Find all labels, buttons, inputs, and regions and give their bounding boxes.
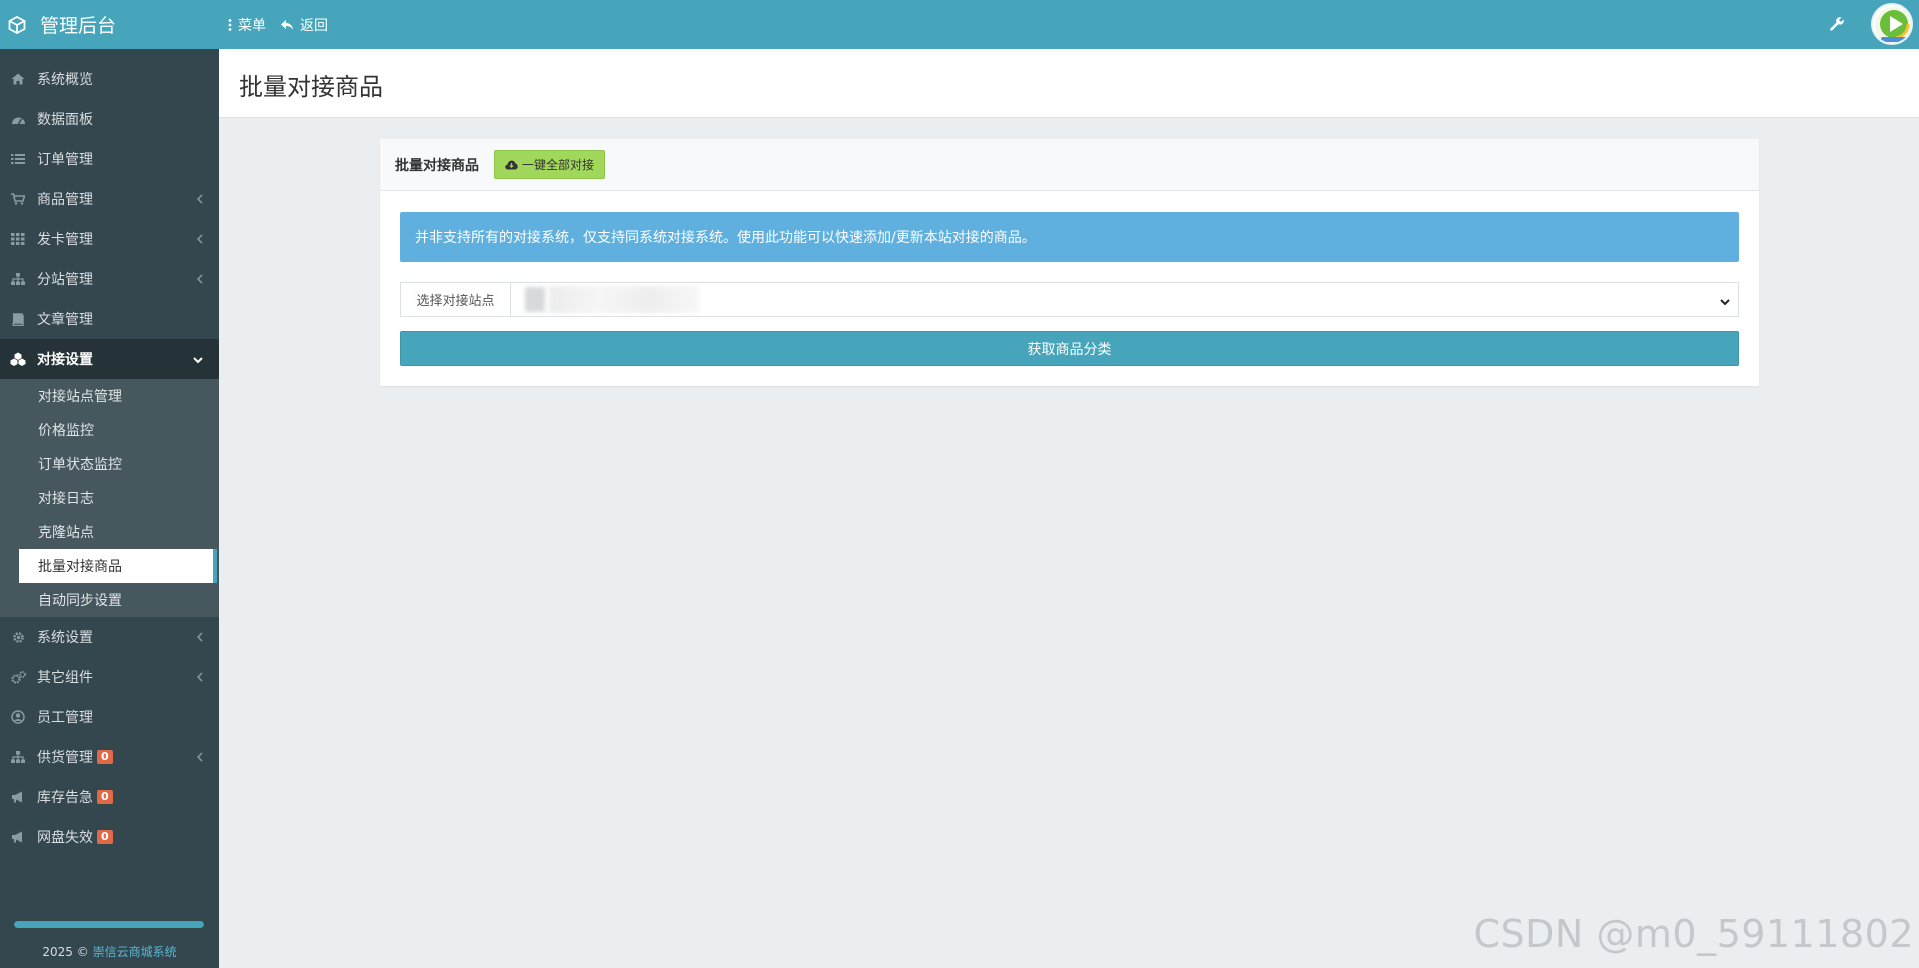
chevron-left-icon bbox=[196, 272, 203, 288]
sidebar: 系统概览 数据面板 订单管理 商品管理 发卡管理 分站管理 文章管理 对接设置 … bbox=[0, 49, 219, 968]
top-nav: 菜单 返回 bbox=[228, 0, 342, 49]
sidebar-item-label: 系统概览 bbox=[37, 72, 93, 88]
sitemap-icon bbox=[10, 271, 26, 287]
cart-icon bbox=[10, 191, 26, 207]
panel-title: 批量对接商品 bbox=[395, 157, 479, 174]
submenu-item-clone-site[interactable]: 克隆站点 bbox=[19, 515, 219, 549]
submenu-item-site-management[interactable]: 对接站点管理 bbox=[19, 379, 219, 413]
home-icon bbox=[10, 71, 26, 87]
reply-icon bbox=[281, 19, 293, 30]
sidebar-item-products[interactable]: 商品管理 bbox=[0, 179, 219, 219]
sidebar-item-staff[interactable]: 员工管理 bbox=[0, 697, 219, 737]
submenu-item-price-monitor[interactable]: 价格监控 bbox=[19, 413, 219, 447]
cubes-icon bbox=[10, 351, 26, 367]
redacted-value bbox=[525, 287, 545, 312]
sidebar-item-label: 分站管理 bbox=[37, 272, 93, 288]
one-click-dock-all-button[interactable]: 一键全部对接 bbox=[494, 150, 606, 179]
sidebar-item-substations[interactable]: 分站管理 bbox=[0, 259, 219, 299]
wrench-icon[interactable] bbox=[1829, 16, 1845, 36]
sidebar-item-stock-alert[interactable]: 库存告急 0 bbox=[0, 777, 219, 817]
sidebar-item-label: 文章管理 bbox=[37, 312, 93, 328]
count-badge: 0 bbox=[97, 750, 113, 764]
sidebar-item-label: 网盘失效 bbox=[37, 830, 93, 846]
alert-text: 并非支持所有的对接系统，仅支持同系统对接系统。使用此功能可以快速添加/更新本站对… bbox=[415, 230, 1036, 246]
brand[interactable]: 管理后台 bbox=[0, 0, 219, 49]
back-button[interactable]: 返回 bbox=[280, 15, 328, 35]
sidebar-item-label: 员工管理 bbox=[37, 710, 93, 726]
sidebar-item-articles[interactable]: 文章管理 bbox=[0, 299, 219, 339]
sidebar-item-label: 发卡管理 bbox=[37, 232, 93, 248]
book-icon bbox=[10, 311, 26, 327]
cloud-download-icon bbox=[505, 160, 518, 169]
ellipsis-vertical-icon bbox=[228, 18, 232, 31]
progress-fill bbox=[14, 921, 204, 928]
info-alert: 并非支持所有的对接系统，仅支持同系统对接系统。使用此功能可以快速添加/更新本站对… bbox=[400, 212, 1739, 262]
top-navbar: 管理后台 菜单 返回 bbox=[0, 0, 1919, 49]
chevron-left-icon bbox=[196, 630, 203, 646]
chevron-left-icon bbox=[196, 192, 203, 208]
sidebar-footer: 2025 © 崇信云商城系统 bbox=[0, 910, 219, 968]
chevron-left-icon bbox=[196, 232, 203, 248]
docking-submenu: 对接站点管理 价格监控 订单状态监控 对接日志 克隆站点 批量对接商品 自动同步… bbox=[0, 379, 219, 617]
grid-icon bbox=[10, 231, 26, 247]
menu-label: 菜单 bbox=[238, 17, 266, 34]
page-header: 批量对接商品 bbox=[219, 49, 1919, 118]
sidebar-item-supply[interactable]: 供货管理 0 bbox=[0, 737, 219, 777]
redacted-value bbox=[549, 286, 699, 313]
sidebar-item-components[interactable]: 其它组件 bbox=[0, 657, 219, 697]
site-select-label: 选择对接站点 bbox=[401, 283, 511, 316]
cogs-icon bbox=[10, 669, 26, 685]
panel-heading: 批量对接商品 一键全部对接 bbox=[380, 139, 1759, 191]
cube-icon bbox=[8, 15, 26, 34]
avatar[interactable] bbox=[1871, 3, 1913, 45]
submenu-item-auto-sync[interactable]: 自动同步设置 bbox=[19, 583, 219, 617]
sidebar-item-orders[interactable]: 订单管理 bbox=[0, 139, 219, 179]
progress-bar bbox=[14, 921, 204, 928]
batch-docking-panel: 批量对接商品 一键全部对接 并非支持所有的对接系统，仅支持同系统对接系统。使用此… bbox=[380, 139, 1759, 386]
user-circle-icon bbox=[10, 709, 26, 725]
sidebar-item-label: 商品管理 bbox=[37, 192, 93, 208]
brand-title: 管理后台 bbox=[40, 15, 117, 37]
menu-toggle-button[interactable]: 菜单 bbox=[228, 15, 266, 35]
fetch-categories-button[interactable]: 获取商品分类 bbox=[400, 331, 1739, 366]
megaphone-icon bbox=[10, 789, 26, 805]
sidebar-item-docking-settings[interactable]: 对接设置 bbox=[0, 339, 219, 379]
chevron-left-icon bbox=[196, 670, 203, 686]
sidebar-item-system-settings[interactable]: 系统设置 bbox=[0, 617, 219, 657]
sidebar-item-label: 对接设置 bbox=[37, 352, 93, 368]
count-badge: 0 bbox=[97, 830, 113, 844]
sidebar-item-label: 其它组件 bbox=[37, 670, 93, 686]
site-select-group: 选择对接站点 bbox=[400, 282, 1739, 317]
sitemap-icon bbox=[10, 749, 26, 765]
site-select[interactable] bbox=[511, 283, 1738, 316]
count-badge: 0 bbox=[97, 790, 113, 804]
sidebar-item-dashboard[interactable]: 数据面板 bbox=[0, 99, 219, 139]
submenu-item-batch-docking[interactable]: 批量对接商品 bbox=[19, 549, 217, 583]
gear-icon bbox=[10, 629, 26, 645]
sidebar-item-label: 数据面板 bbox=[37, 112, 93, 128]
submenu-item-docking-log[interactable]: 对接日志 bbox=[19, 481, 219, 515]
copyright: 2025 © 崇信云商城系统 bbox=[0, 943, 219, 960]
sidebar-item-cards[interactable]: 发卡管理 bbox=[0, 219, 219, 259]
back-label: 返回 bbox=[300, 17, 328, 34]
page-title: 批量对接商品 bbox=[239, 73, 383, 101]
one-click-label: 一键全部对接 bbox=[522, 158, 595, 172]
copyright-link[interactable]: 崇信云商城系统 bbox=[93, 945, 177, 959]
sidebar-item-label: 库存告急 bbox=[37, 790, 93, 806]
copyright-text: 2025 © bbox=[42, 945, 93, 959]
sidebar-item-overview[interactable]: 系统概览 bbox=[0, 59, 219, 99]
sidebar-item-label: 供货管理 bbox=[37, 750, 93, 766]
sidebar-item-label: 系统设置 bbox=[37, 630, 93, 646]
chevron-down-icon bbox=[193, 352, 203, 368]
sidebar-item-label: 订单管理 bbox=[37, 152, 93, 168]
sidebar-item-disk-invalid[interactable]: 网盘失效 0 bbox=[0, 817, 219, 857]
chevron-left-icon bbox=[196, 750, 203, 766]
dashboard-icon bbox=[10, 111, 26, 127]
megaphone-icon bbox=[10, 829, 26, 845]
submenu-item-order-status-monitor[interactable]: 订单状态监控 bbox=[19, 447, 219, 481]
watermark: CSDN @m0_59111802 bbox=[1473, 912, 1914, 956]
chevron-down-icon bbox=[1720, 294, 1730, 310]
list-icon bbox=[10, 151, 26, 167]
